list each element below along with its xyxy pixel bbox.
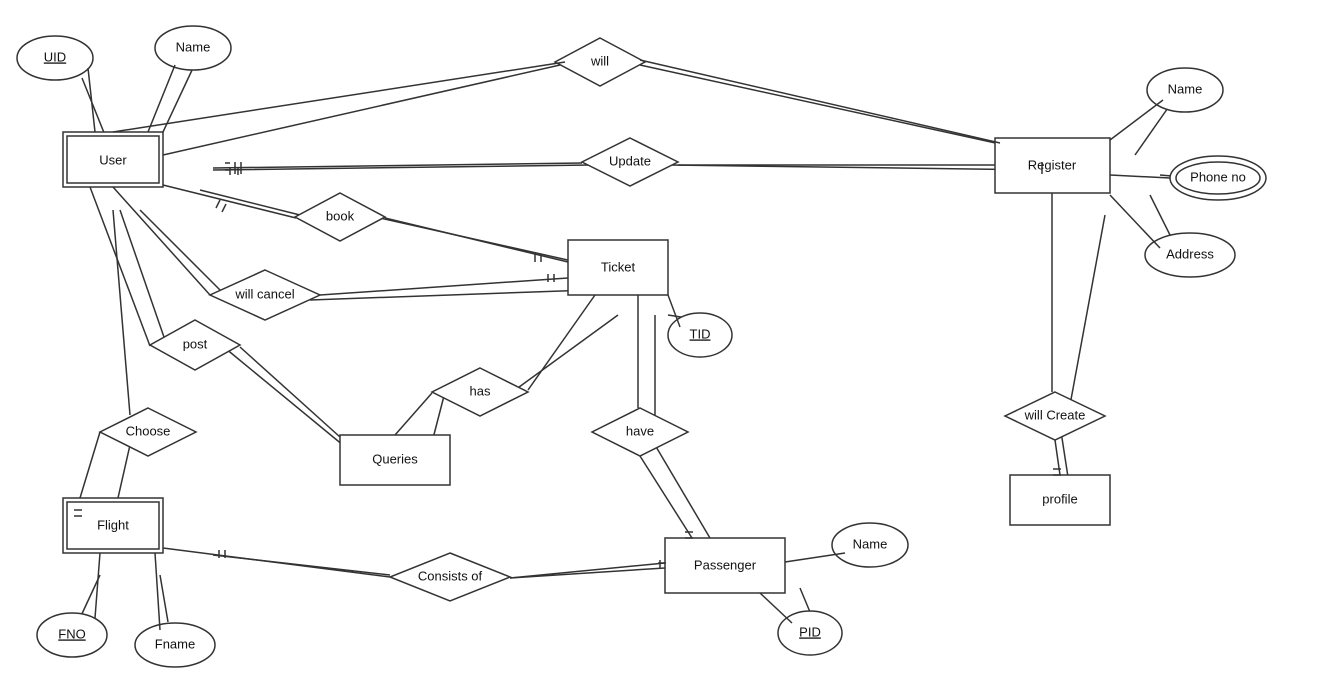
attr-fno-label: FNO [58, 626, 85, 641]
attr-uid-label: UID [44, 49, 66, 64]
attr-tid-label: TID [690, 326, 711, 341]
entity-register-label: Register [1028, 157, 1077, 172]
relation-choose-label: Choose [126, 423, 171, 438]
relation-post-label: post [183, 336, 208, 351]
attr-phone-label: Phone no [1190, 169, 1246, 184]
entity-queries-label: Queries [372, 451, 418, 466]
attr-user-name-label: Name [176, 39, 211, 54]
relation-will-cancel-label: will cancel [234, 286, 294, 301]
entity-user-label: User [99, 152, 127, 167]
relation-have-label: have [626, 423, 654, 438]
attr-fname-label: Fname [155, 636, 195, 651]
relation-will-create-label: will Create [1024, 407, 1086, 422]
relation-book-label: book [326, 208, 355, 223]
er-diagram-svg: User Ticket Register Flight Passenger Qu… [0, 0, 1343, 696]
entity-ticket-label: Ticket [601, 259, 636, 274]
relation-will-label: will [590, 53, 609, 68]
attr-address-label: Address [1166, 246, 1214, 261]
relation-has-label: has [470, 383, 491, 398]
attr-pass-name-label: Name [853, 536, 888, 551]
entity-profile-label: profile [1042, 491, 1077, 506]
attr-reg-name-label: Name [1168, 81, 1203, 96]
relation-consists-of-label: Consists of [418, 568, 483, 583]
relation-update-label: Update [609, 153, 651, 168]
er-diagram-canvas: User Ticket Register Flight Passenger Qu… [0, 0, 1343, 696]
entity-flight-label: Flight [97, 517, 129, 532]
attr-pid-label: PID [799, 624, 821, 639]
entity-passenger-label: Passenger [694, 557, 757, 572]
